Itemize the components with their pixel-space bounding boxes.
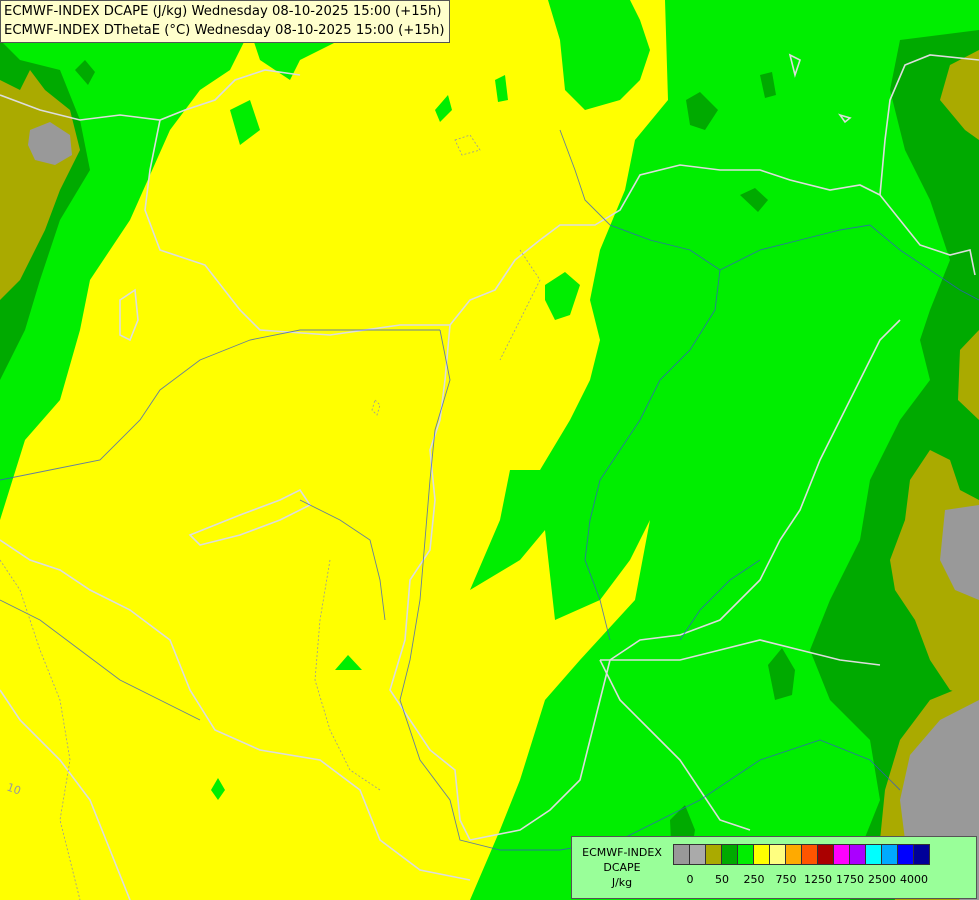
color-legend: ECMWF-INDEX DCAPE J/kg 0 50 250 750 1250 1750… [571,836,977,899]
legend-tick-label: 50 [715,873,729,886]
title-dthetae: ECMWF-INDEX DThetaE (°C) Wednesday 08-10… [4,23,445,38]
legend-swatch [689,844,706,865]
legend-swatch [897,844,914,865]
legend-tick-label: 4000 [900,873,928,886]
legend-swatch [785,844,802,865]
legend-swatch [849,844,866,865]
legend-swatch [705,844,722,865]
legend-tick-label: 1750 [836,873,864,886]
legend-swatch [865,844,882,865]
legend-tick-label: 750 [775,873,797,886]
legend-swatch [801,844,818,865]
map-title-box: ECMWF-INDEX DCAPE (J/kg) Wednesday 08-10… [0,0,450,43]
legend-tick-label: 0 [686,873,694,886]
legend-swatch [721,844,738,865]
legend-label-unit: J/kg [611,876,633,889]
legend-label: ECMWF-INDEX DCAPE J/kg [574,845,670,890]
legend-swatch [833,844,850,865]
dcape-field: 10 [0,0,979,900]
legend-label-model: ECMWF-INDEX [582,846,662,859]
legend-tick-label: 1250 [804,873,832,886]
legend-swatch [817,844,834,865]
legend-swatch [737,844,754,865]
legend-swatch [673,844,690,865]
legend-label-parameter: DCAPE [603,861,641,874]
legend-swatch [913,844,930,865]
legend-ticks: 0 50 250 750 1250 1750 2500 4000 [673,873,973,889]
legend-swatch [769,844,786,865]
legend-swatch [753,844,770,865]
legend-swatches [673,844,930,866]
legend-tick-label: 2500 [868,873,896,886]
map-area[interactable]: 10 [0,0,979,900]
legend-swatch [881,844,898,865]
title-dcape: ECMWF-INDEX DCAPE (J/kg) Wednesday 08-10… [4,4,442,19]
legend-tick-label: 250 [743,873,765,886]
